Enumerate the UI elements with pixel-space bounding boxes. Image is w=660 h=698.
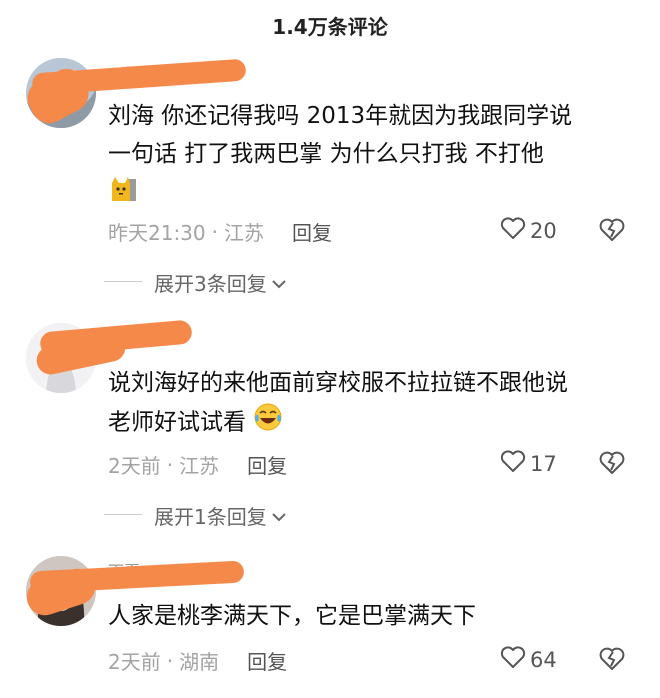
broken-heart-icon [598, 218, 626, 247]
separator: · [211, 219, 218, 244]
comment-meta: 昨天21:30 · 江苏 回复 [108, 217, 332, 246]
comment-meta: 2天前 · 湖南 回复 [108, 646, 287, 675]
heart-outline-icon [500, 449, 530, 478]
dislike-button[interactable] [598, 217, 626, 247]
comment-text: 人家是桃李满天下，它是巴掌满天下 [108, 597, 648, 635]
like-button[interactable]: 17 [500, 449, 557, 478]
reply-button[interactable]: 回复 [247, 450, 287, 479]
comment-location: 湖南 [179, 650, 220, 674]
comment-time: 昨天21:30 [108, 221, 206, 245]
comment-text-line: 说刘海好的来他面前穿校服不拉拉链不跟他说 [108, 370, 568, 396]
chevron-down-icon [271, 271, 287, 295]
comments-header: 1.4万条评论 [0, 0, 660, 50]
expand-replies-button[interactable]: 展开1条回复 [104, 501, 287, 530]
heart-outline-icon [500, 645, 530, 674]
broken-heart-icon [598, 451, 626, 480]
comment-time: 2天前 [108, 650, 161, 674]
comment-time: 2天前 [108, 454, 161, 478]
broken-heart-icon [598, 647, 626, 676]
comment-meta: 2天前 · 江苏 回复 [108, 450, 287, 479]
reply-button[interactable]: 回复 [247, 646, 287, 675]
comment-text-line: 人家是桃李满天下，它是巴掌满天下 [108, 603, 476, 629]
expand-replies-button[interactable]: 展开3条回复 [104, 268, 287, 297]
divider-line [104, 281, 142, 282]
separator: · [166, 648, 174, 673]
comment-location: 江苏 [224, 221, 264, 245]
comment-text-line: 一句话 打了我两巴掌 为什么只打我 不打他 [108, 141, 544, 167]
comment-location: 江苏 [179, 454, 220, 478]
heart-outline-icon [500, 216, 530, 245]
like-count: 20 [530, 218, 557, 243]
like-button[interactable]: 20 [500, 216, 557, 245]
like-count: 17 [530, 451, 557, 476]
dislike-button[interactable] [598, 450, 626, 480]
comment-text: 说刘海好的来他面前穿校服不拉拉链不跟他说 老师好试试看 [108, 364, 648, 444]
like-count: 64 [530, 647, 557, 672]
expand-replies-label: 展开3条回复 [154, 272, 267, 296]
comment-count-title: 1.4万条评论 [272, 14, 388, 39]
comment-text-line: 老师好试试看 [108, 402, 648, 444]
divider-line [104, 514, 142, 515]
laughing-tears-emoji-icon [253, 402, 283, 444]
dislike-button[interactable] [598, 646, 626, 676]
comment-text: 刘海 你还记得我吗 2013年就因为我跟同学说 一句话 打了我两巴掌 为什么只打… [108, 97, 648, 215]
like-button[interactable]: 64 [500, 645, 557, 674]
expand-replies-label: 展开1条回复 [154, 505, 267, 529]
cat-sticker-icon [108, 173, 138, 215]
comment-text-line: 刘海 你还记得我吗 2013年就因为我跟同学说 [108, 103, 573, 129]
reply-button[interactable]: 回复 [292, 217, 332, 246]
chevron-down-icon [271, 504, 287, 528]
separator: · [166, 452, 174, 477]
